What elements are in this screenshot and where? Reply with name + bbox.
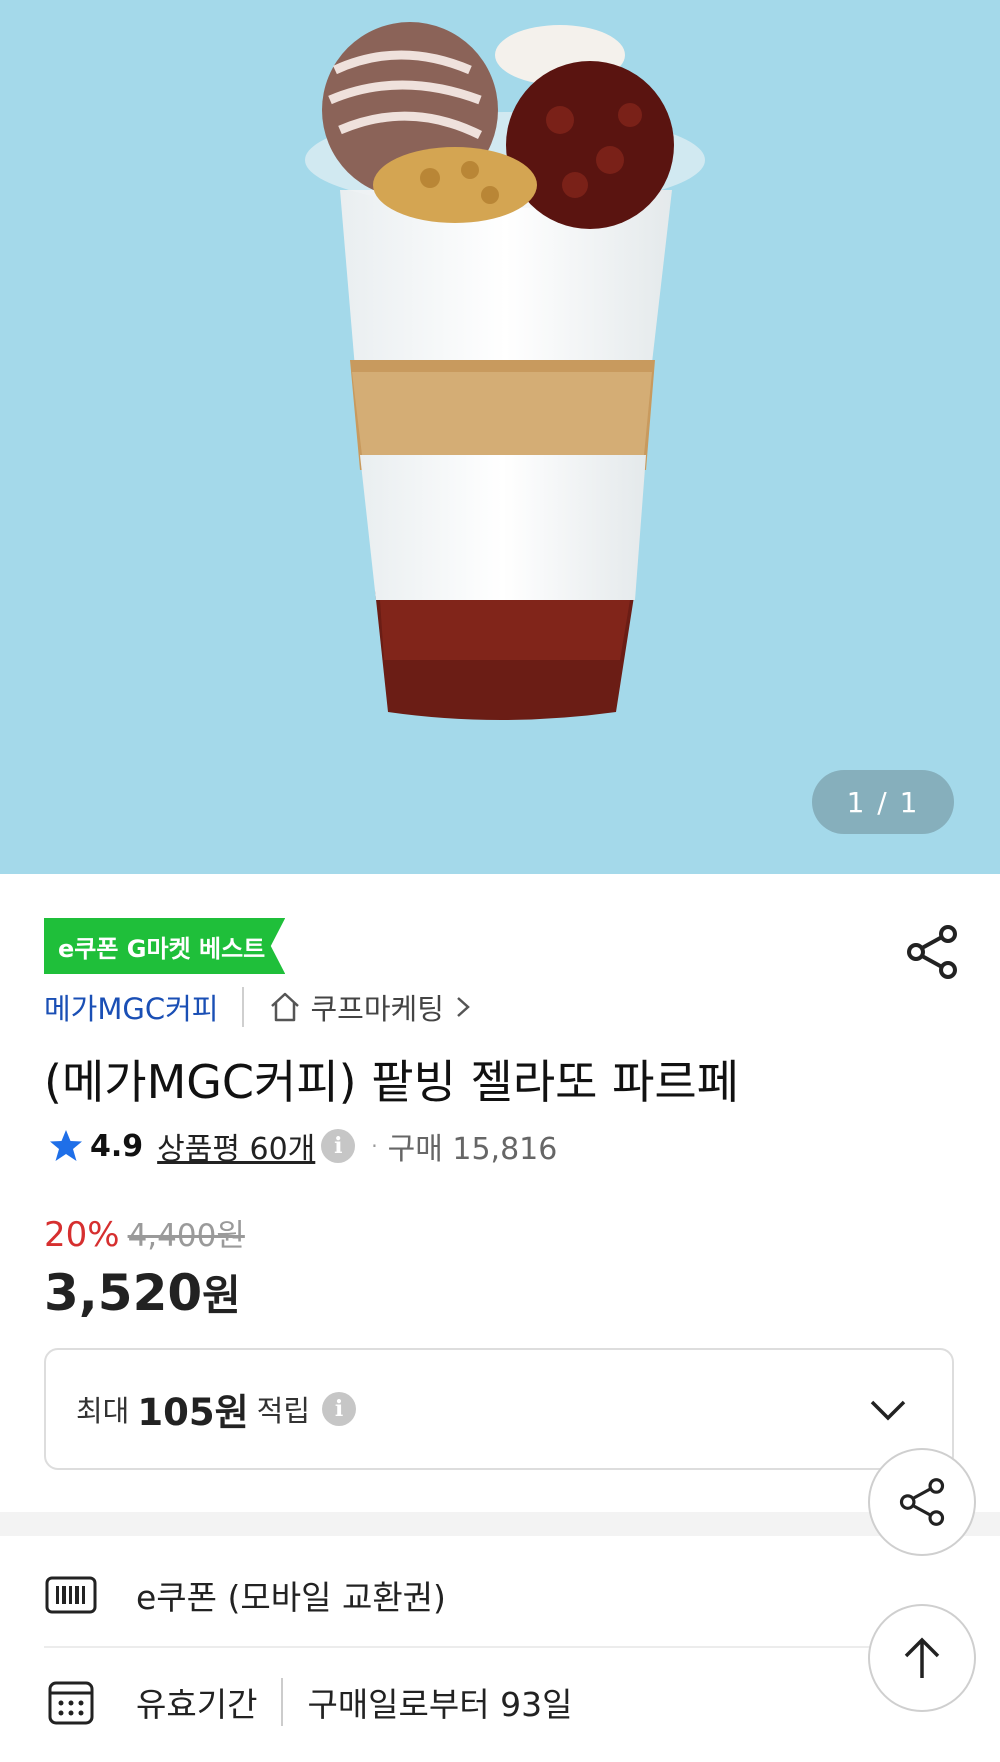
validity-row: 유효기간 구매일로부터 93일 [44, 1650, 884, 1754]
rating-row: 4.9 상품평 60개 i · 구매 15,816 [48, 1122, 557, 1170]
divider [242, 987, 245, 1027]
original-price: 4,400원 [127, 1218, 245, 1254]
discount-row: 20% 4,400원 [44, 1210, 245, 1255]
points-prefix: 최대 [76, 1394, 130, 1428]
product-image-carousel[interactable]: 1 / 1 [0, 0, 1000, 874]
validity-value: 구매일로부터 93일 [307, 1685, 573, 1724]
store-link[interactable]: 쿠프마케팅 [268, 986, 471, 1028]
store-name: 쿠프마케팅 [310, 992, 444, 1026]
sale-price: 3,520원 [44, 1262, 241, 1323]
share-icon [899, 1478, 945, 1526]
product-photo [305, 22, 705, 720]
dot-separator: · [371, 1134, 378, 1158]
image-page-indicator: 1 / 1 [812, 770, 954, 834]
home-icon [271, 992, 300, 1022]
section-divider [0, 1512, 1000, 1536]
coupon-type-row: e쿠폰 (모바일 교환권) [44, 1544, 884, 1648]
barcode-icon [45, 1576, 97, 1614]
info-icon[interactable]: i [322, 1392, 357, 1426]
arrow-up-icon [904, 1637, 940, 1678]
share-icon[interactable] [904, 924, 960, 980]
rating-value: 4.9 [90, 1128, 144, 1164]
floating-share-button[interactable] [868, 1448, 976, 1556]
scroll-to-top-button[interactable] [868, 1604, 976, 1712]
brand-link[interactable]: 메가MGC커피 [44, 986, 218, 1028]
points-dropdown[interactable]: 최대 105원 적립 i [44, 1348, 954, 1470]
product-title: (메가MGC커피) 팥빙 젤라또 파르페 [44, 1055, 740, 1109]
price-unit: 원 [202, 1271, 241, 1320]
seller-row: 메가MGC커피 쿠프마케팅 [44, 982, 472, 1032]
info-icon[interactable]: i [321, 1129, 356, 1163]
best-badge: e쿠폰 G마켓 베스트 [44, 918, 286, 974]
coupon-type-label: e쿠폰 (모바일 교환권) [136, 1578, 446, 1617]
chevron-right-icon [457, 997, 470, 1017]
divider [281, 1678, 284, 1726]
discount-rate: 20% [44, 1215, 120, 1255]
chevron-down-icon [870, 1400, 906, 1421]
points-suffix: 적립 [256, 1394, 311, 1428]
review-count-link[interactable]: 상품평 60개 [157, 1124, 315, 1168]
calendar-icon [48, 1681, 94, 1725]
star-icon [50, 1130, 82, 1161]
points-amount: 105원 [137, 1391, 249, 1434]
price-value: 3,520 [44, 1264, 203, 1322]
validity-label: 유효기간 [136, 1685, 258, 1724]
purchase-count: 구매 15,816 [387, 1132, 558, 1167]
